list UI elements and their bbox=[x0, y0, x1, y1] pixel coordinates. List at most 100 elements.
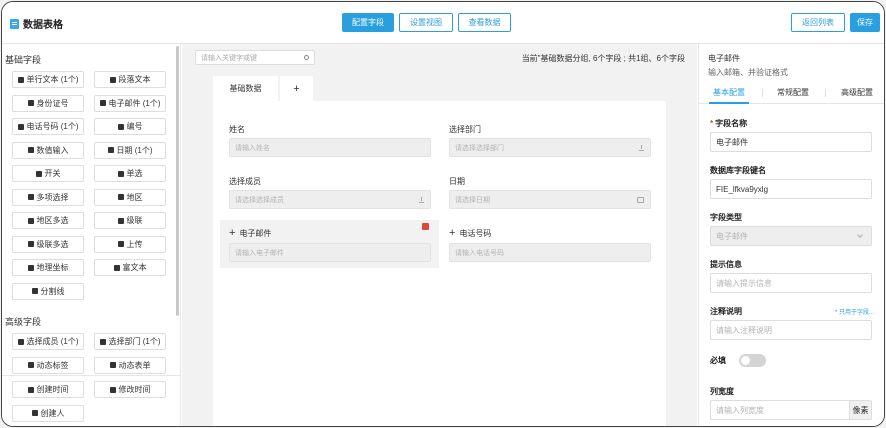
field-button-label: 数值输入 bbox=[36, 145, 69, 155]
save-button[interactable]: 保存 bbox=[850, 13, 880, 32]
field-button-tag[interactable]: 动态标签 bbox=[12, 356, 84, 374]
field-button-upload[interactable]: 上传 bbox=[94, 235, 166, 253]
field-button-id-card[interactable]: 身份证号 bbox=[12, 94, 84, 112]
back-to-list-button[interactable]: 返回列表 bbox=[791, 13, 845, 32]
config-fields-button[interactable]: 配置字段 bbox=[342, 13, 394, 32]
email-input[interactable]: 请输入电子邮件 bbox=[229, 243, 431, 262]
search-placeholder: 请输入关键字或键 bbox=[201, 54, 257, 62]
field-button-number[interactable]: 数值输入 bbox=[12, 141, 84, 159]
field-button-phone[interactable]: 电话号码 (1个) bbox=[12, 118, 84, 135]
field-button-form[interactable]: 动态表单 bbox=[94, 356, 166, 374]
note-help-link[interactable]: * 只用于字段... bbox=[835, 307, 874, 316]
tag-icon bbox=[27, 362, 34, 368]
property-panel: 电子邮件 输入邮箱、并验证格式 基本配置 常规配置 高级配置 * 字段名称 电子邮… bbox=[698, 44, 884, 426]
field-type-label: 字段类型 bbox=[710, 213, 742, 222]
field-button-text-line[interactable]: 单行文本 (1个) bbox=[12, 71, 84, 88]
field-button-clock-edit[interactable]: 修改时间 bbox=[94, 381, 166, 398]
name-placeholder: 请输入姓名 bbox=[235, 144, 270, 152]
member-select[interactable]: 请选择选择成员 bbox=[229, 190, 431, 209]
email-placeholder: 请输入电子邮件 bbox=[235, 249, 284, 257]
field-button-label: 地区 bbox=[126, 192, 143, 202]
field-button-calendar[interactable]: 日期 (1个) bbox=[94, 141, 166, 159]
location-icon bbox=[27, 264, 34, 271]
field-button-clock[interactable]: 创建时间 bbox=[12, 381, 84, 398]
clock-icon bbox=[27, 386, 34, 393]
chevron-down-icon bbox=[857, 232, 863, 238]
view-data-button[interactable]: 查看数据 bbox=[458, 13, 511, 32]
region-multi-icon bbox=[27, 217, 34, 224]
db-key-input[interactable]: FIE_lfkva9yxlg bbox=[710, 179, 872, 199]
field-button-paragraph[interactable]: 段落文本 bbox=[94, 71, 166, 88]
date-picker[interactable]: 请选择日期 bbox=[449, 190, 651, 209]
cascade-multi-icon bbox=[27, 241, 34, 247]
field-button-label: 上传 bbox=[126, 239, 143, 249]
field-button-rich-text[interactable]: 富文本 bbox=[94, 259, 166, 276]
field-button-label: 动态标签 bbox=[36, 360, 69, 370]
field-button-serial[interactable]: 编号 bbox=[94, 118, 166, 135]
field-button-checkbox[interactable]: 多项选择 bbox=[12, 188, 84, 206]
field-button-divider[interactable]: 分割线 bbox=[12, 282, 84, 300]
active-tab-indicator bbox=[709, 102, 749, 104]
tab-basic-data[interactable]: 基础数据 bbox=[213, 76, 278, 101]
tab-separator bbox=[762, 89, 763, 97]
field-button-cascade[interactable]: 级联 bbox=[94, 212, 166, 229]
mail-icon bbox=[99, 100, 106, 106]
field-button-label: 地区多选 bbox=[36, 216, 69, 225]
note-label: 注释说明 bbox=[710, 307, 742, 316]
set-view-button[interactable]: 设置视图 bbox=[399, 13, 453, 32]
phone-input[interactable]: 请输入电话号码 bbox=[449, 243, 651, 262]
field-label-department: 选择部门 bbox=[449, 125, 481, 134]
tab-general-config[interactable]: 常规配置 bbox=[777, 87, 809, 98]
select-icon bbox=[639, 145, 644, 151]
field-button-toggle[interactable]: 开关 bbox=[12, 165, 84, 182]
column-width-label: 列宽度 bbox=[710, 387, 734, 396]
add-tab-button[interactable]: + bbox=[280, 76, 313, 101]
search-input[interactable]: 请输入关键字或键 bbox=[195, 50, 315, 65]
required-toggle[interactable] bbox=[739, 354, 766, 367]
note-input[interactable]: 请输入注释说明 bbox=[710, 320, 872, 340]
search-icon[interactable] bbox=[304, 55, 309, 60]
field-label-phone: + 电话号码 bbox=[449, 227, 492, 239]
field-label-member: 选择成员 bbox=[229, 177, 261, 186]
property-subtitle: 输入邮箱、并验证格式 bbox=[708, 68, 788, 77]
field-button-label: 级联 bbox=[126, 216, 143, 225]
field-button-person[interactable]: 创建人 bbox=[12, 404, 84, 422]
form-designer-area: 请输入关键字或键 当前"基础数据分组, 6个字段 ; 共1组、6个字段 基础数据… bbox=[182, 44, 697, 426]
field-name-input[interactable]: 电子邮件 bbox=[710, 132, 872, 152]
field-label-date: 日期 bbox=[449, 177, 465, 186]
column-width-input[interactable]: 请输入列宽度 像素 bbox=[710, 400, 872, 420]
field-button-region[interactable]: 地区 bbox=[94, 188, 166, 206]
db-key-label: 数据库字段键名 bbox=[710, 166, 766, 175]
name-input[interactable]: 请输入姓名 bbox=[229, 138, 431, 157]
rich-text-icon bbox=[113, 264, 120, 271]
field-button-mail[interactable]: 电子邮件 (1个) bbox=[94, 94, 166, 112]
tab-basic-config[interactable]: 基本配置 bbox=[713, 87, 745, 98]
column-width-placeholder: 请输入列宽度 bbox=[716, 405, 764, 415]
cascade-icon bbox=[117, 217, 124, 224]
tab-advanced-config[interactable]: 高级配置 bbox=[841, 87, 873, 98]
tab-separator bbox=[825, 89, 826, 97]
hint-input[interactable]: 请输入提示信息 bbox=[710, 273, 872, 293]
field-button-label: 多项选择 bbox=[36, 192, 69, 202]
field-button-location[interactable]: 地理坐标 bbox=[12, 259, 84, 276]
field-button-radio[interactable]: 单选 bbox=[94, 165, 166, 182]
field-label-email: + 电子邮件 bbox=[229, 227, 272, 239]
delete-icon[interactable] bbox=[422, 223, 429, 230]
region-icon bbox=[117, 194, 124, 200]
field-button-member[interactable]: 选择成员 (1个) bbox=[12, 333, 84, 350]
field-button-department[interactable]: 选择部门 (1个) bbox=[94, 333, 166, 350]
field-button-label: 分割线 bbox=[40, 286, 65, 296]
field-type-select[interactable]: 电子邮件 bbox=[710, 226, 872, 246]
date-placeholder: 请选择日期 bbox=[455, 196, 490, 204]
divider-icon bbox=[31, 288, 38, 294]
field-summary: 当前"基础数据分组, 6个字段 ; 共1组、6个字段 bbox=[521, 54, 685, 63]
app-window: 数据表格 配置字段 设置视图 查看数据 返回列表 保存 基础字段 单行文本 (1… bbox=[1, 1, 885, 427]
basic-fields-title: 基础字段 bbox=[5, 55, 42, 65]
left-scrollbar[interactable] bbox=[176, 46, 179, 316]
department-select[interactable]: 请选择选择部门 bbox=[449, 138, 651, 157]
field-name-label: * 字段名称 bbox=[710, 119, 748, 128]
form-icon bbox=[109, 362, 116, 368]
field-button-label: 修改时间 bbox=[118, 385, 151, 394]
field-button-cascade-multi[interactable]: 级联多选 bbox=[12, 235, 84, 253]
field-button-region-multi[interactable]: 地区多选 bbox=[12, 212, 84, 229]
